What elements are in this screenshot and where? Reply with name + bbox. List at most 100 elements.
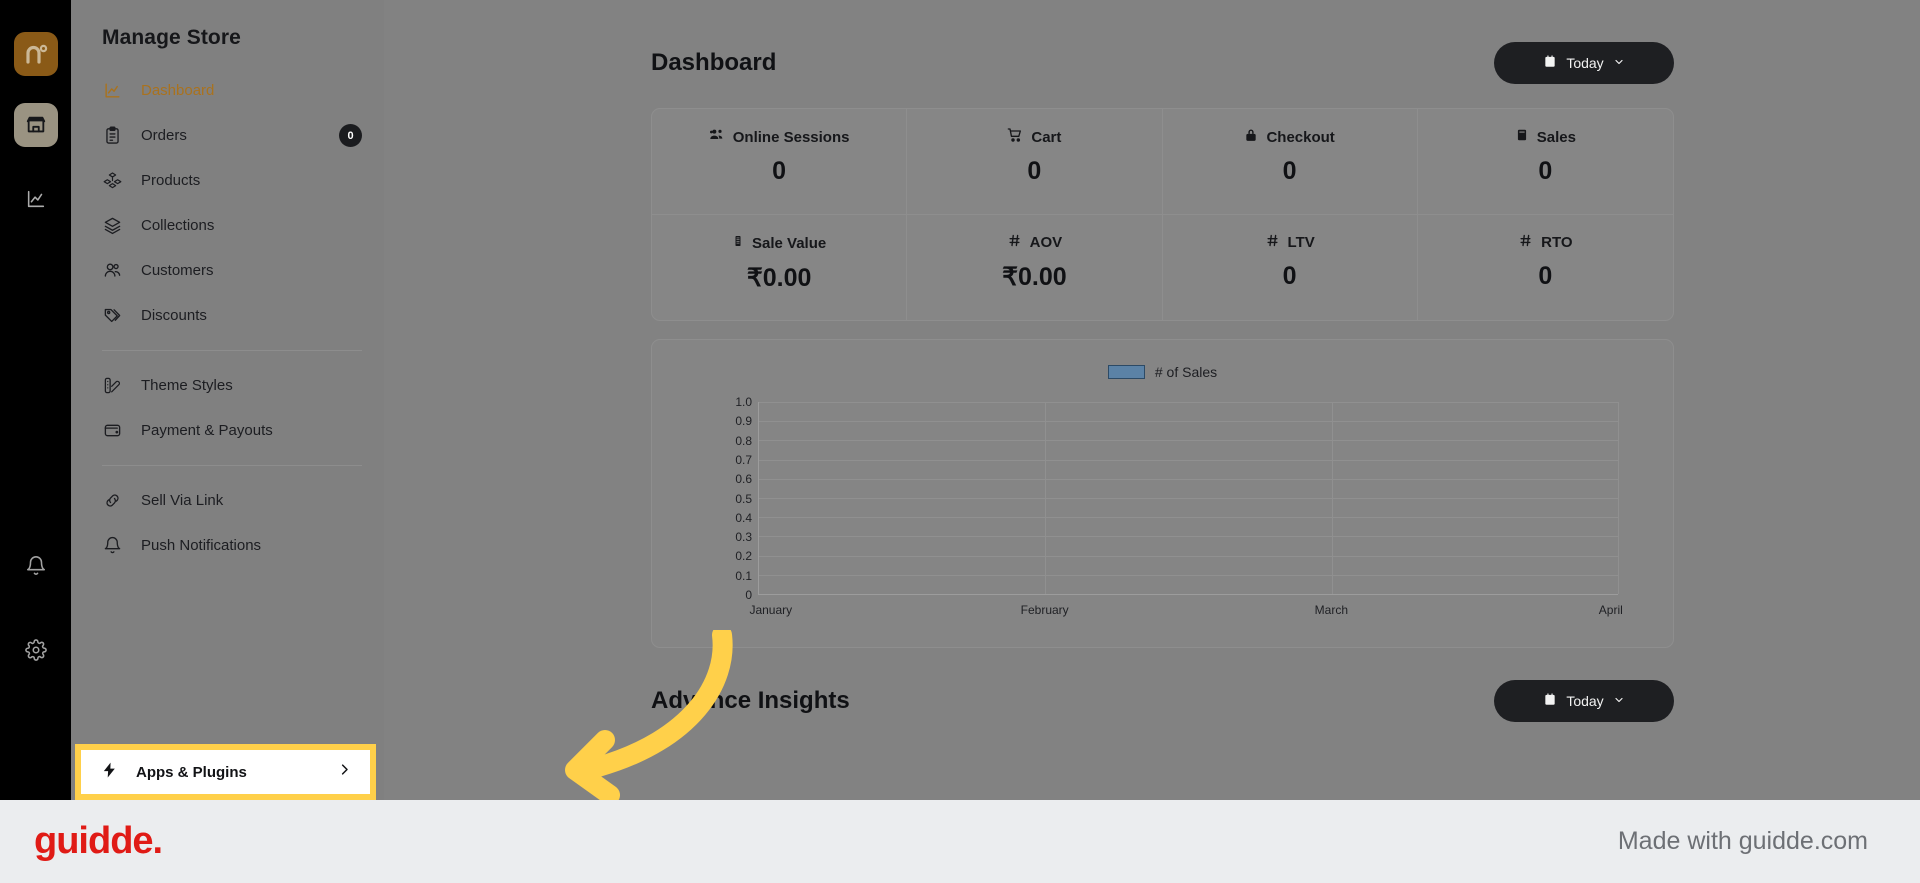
calendar-icon bbox=[1543, 692, 1557, 710]
stat-label: Sales bbox=[1536, 128, 1576, 146]
sidebar-title: Manage Store bbox=[102, 26, 241, 49]
stat-cart: Cart 0 bbox=[907, 109, 1163, 215]
chart-y-tick-label: 0.8 bbox=[735, 433, 752, 448]
icon-rail bbox=[0, 0, 71, 800]
receipt-icon bbox=[1515, 127, 1529, 147]
people-group-icon bbox=[709, 127, 725, 147]
hash-icon bbox=[1007, 233, 1022, 252]
chart-x-tick-label: March bbox=[1314, 603, 1348, 617]
hash-icon bbox=[1265, 233, 1280, 252]
chart-x-tick-label: February bbox=[1020, 603, 1069, 617]
date-filter-today-button[interactable]: Today bbox=[1494, 42, 1674, 84]
sidebar-item-push-notifications[interactable]: Push Notifications bbox=[71, 523, 384, 568]
analytics-rail-button[interactable] bbox=[14, 177, 58, 221]
advance-insights-header: Advance Insights Today bbox=[384, 648, 1920, 722]
bill-icon bbox=[732, 233, 744, 253]
chart-gridline-horizontal bbox=[759, 478, 1618, 480]
brand-n-logo-icon[interactable] bbox=[13, 32, 58, 76]
made-with-guidde-text: Made with guidde.com bbox=[1617, 827, 1868, 855]
chart-gridline-vertical bbox=[1331, 402, 1333, 594]
hash-icon bbox=[1518, 233, 1533, 252]
bell-icon bbox=[102, 535, 123, 556]
sidebar-item-theme-styles[interactable]: Theme Styles bbox=[71, 363, 384, 408]
page-title: Dashboard bbox=[651, 49, 777, 76]
sidebar-item-orders[interactable]: Orders 0 bbox=[71, 113, 384, 158]
stat-label-row: AOV bbox=[1007, 233, 1062, 252]
sidebar-nav-group-2: Theme Styles Payment & Payouts bbox=[71, 363, 384, 453]
chart-y-tick-label: 0.4 bbox=[735, 510, 752, 525]
stat-label: LTV bbox=[1287, 234, 1315, 251]
sidebar-item-label: Sell Via Link bbox=[141, 492, 224, 509]
guidde-footer: guidde. Made with guidde.com bbox=[0, 800, 1920, 883]
chart-y-axis: 1.0 0.9 0.8 0.7 0.6 0.5 0.4 0.3 0.2 0.1 0 bbox=[724, 395, 758, 602]
users-icon bbox=[102, 260, 123, 281]
main-content: Dashboard Today Online Sessions 0 Cart 0… bbox=[384, 0, 1920, 800]
stat-value: 0 bbox=[1027, 157, 1042, 185]
sidebar-item-label: Dashboard bbox=[141, 82, 215, 99]
sidebar-divider-2 bbox=[102, 465, 362, 466]
apps-plugins-button[interactable]: Apps & Plugins bbox=[81, 750, 370, 794]
sidebar-item-customers[interactable]: Customers bbox=[71, 248, 384, 293]
stat-label-row: LTV bbox=[1265, 233, 1315, 252]
stat-value: 0 bbox=[1538, 157, 1553, 185]
chart-legend: # of Sales bbox=[652, 340, 1673, 380]
lightning-bolt-icon bbox=[101, 760, 118, 785]
layers-icon bbox=[102, 215, 123, 236]
sidebar-item-discounts[interactable]: Discounts bbox=[71, 293, 384, 338]
sidebar-item-dashboard[interactable]: Dashboard bbox=[71, 68, 384, 113]
stat-online-sessions: Online Sessions 0 bbox=[652, 109, 908, 215]
chart-y-tick-label: 0 bbox=[745, 588, 752, 602]
gear-icon[interactable] bbox=[14, 628, 58, 672]
chart-x-tick-label: April bbox=[1598, 603, 1623, 617]
chart-gridline-vertical bbox=[1045, 402, 1047, 594]
boxes-icon bbox=[102, 170, 123, 191]
apps-plugins-highlight: Apps & Plugins bbox=[75, 744, 376, 800]
store-rail-button[interactable] bbox=[13, 103, 58, 147]
legend-swatch-sales bbox=[1107, 365, 1145, 379]
chart-gridline-horizontal bbox=[759, 517, 1618, 519]
stat-label-row: Sales bbox=[1515, 127, 1576, 147]
stat-label: Checkout bbox=[1266, 128, 1335, 146]
date-filter-label: Today bbox=[1566, 55, 1604, 71]
sidebar-item-sell-via-link[interactable]: Sell Via Link bbox=[71, 478, 384, 523]
sidebar-nav-group-1: Dashboard Orders 0 Products Collections … bbox=[71, 68, 384, 338]
stat-value: 0 bbox=[1282, 157, 1297, 185]
chart-y-tick-label: 0.1 bbox=[735, 568, 752, 583]
insights-date-filter-today-button[interactable]: Today bbox=[1494, 680, 1674, 722]
stat-label-row: Cart bbox=[1007, 127, 1061, 147]
stat-checkout: Checkout 0 bbox=[1162, 109, 1418, 215]
chart-x-axis: January February March April bbox=[749, 603, 1622, 623]
rail-bottom-group bbox=[0, 544, 71, 672]
chart-gridline-horizontal bbox=[759, 421, 1618, 423]
page-header: Dashboard Today bbox=[384, 0, 1920, 84]
legend-label-sales: # of Sales bbox=[1154, 364, 1218, 380]
sidebar-item-label: Products bbox=[141, 172, 201, 189]
sidebar-item-products[interactable]: Products bbox=[71, 158, 384, 203]
sidebar-item-label: Customers bbox=[141, 262, 214, 279]
apps-plugins-label: Apps & Plugins bbox=[136, 763, 247, 781]
guidde-logo: guidde. bbox=[34, 820, 163, 862]
stat-value: 0 bbox=[772, 157, 787, 185]
clipboard-list-icon bbox=[102, 125, 123, 146]
calendar-icon bbox=[1543, 54, 1557, 72]
line-chart-icon bbox=[102, 80, 123, 101]
stat-value: ₹0.00 bbox=[1002, 263, 1067, 291]
stat-label-row: RTO bbox=[1518, 233, 1573, 252]
sidebar-nav-group-3: Sell Via Link Push Notifications bbox=[71, 478, 384, 568]
sidebar-item-label: Push Notifications bbox=[141, 537, 262, 554]
sidebar-item-label: Orders bbox=[141, 127, 187, 144]
sidebar-divider-1 bbox=[102, 350, 362, 351]
chart-gridline-horizontal bbox=[759, 498, 1618, 499]
chart-gridline-horizontal bbox=[759, 459, 1618, 461]
stat-rto: RTO 0 bbox=[1418, 215, 1673, 320]
sidebar-item-collections[interactable]: Collections bbox=[71, 203, 384, 248]
stat-sale-value: Sale Value ₹0.00 bbox=[652, 215, 908, 320]
link-icon bbox=[102, 490, 123, 511]
chart-x-tick-label: January bbox=[749, 603, 793, 617]
bell-icon[interactable] bbox=[14, 544, 58, 588]
sidebar-item-payment-payouts[interactable]: Payment & Payouts bbox=[71, 408, 384, 453]
advance-insights-title: Advance Insights bbox=[651, 687, 850, 714]
chart-y-tick-label: 0.5 bbox=[735, 491, 752, 506]
stat-aov: AOV ₹0.00 bbox=[907, 215, 1163, 320]
chart-gridline-vertical bbox=[1618, 402, 1619, 594]
